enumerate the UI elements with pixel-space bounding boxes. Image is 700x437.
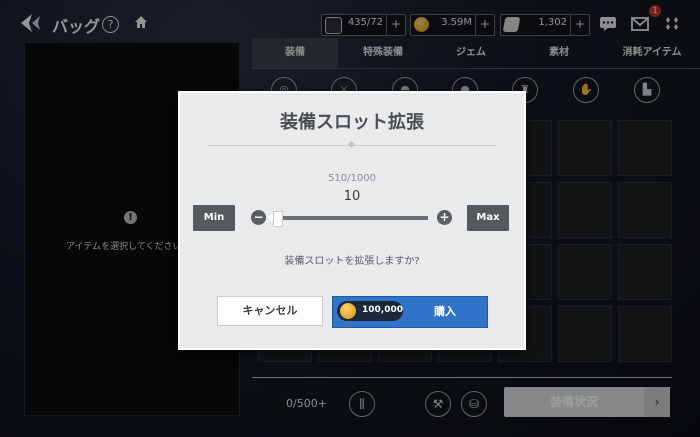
dialog-title: 装備スロット拡張	[280, 112, 424, 133]
minus-button[interactable]: −	[251, 210, 266, 225]
slider-thumb[interactable]	[272, 211, 283, 227]
buy-button[interactable]: 100,000 購入	[332, 296, 488, 328]
buy-label: 購入	[434, 305, 456, 318]
divider-ornament	[347, 140, 356, 149]
expand-quantity: 10	[343, 189, 361, 204]
cancel-button[interactable]: キャンセル	[217, 296, 323, 326]
slot-fraction: 510/1000	[328, 173, 376, 184]
quantity-slider[interactable]	[268, 216, 428, 220]
price-value: 100,000	[362, 305, 403, 315]
min-button[interactable]: Min	[193, 205, 235, 231]
confirm-question: 装備スロットを拡張しますか?	[284, 256, 420, 267]
max-button[interactable]: Max	[467, 205, 509, 231]
plus-button[interactable]: +	[437, 210, 452, 225]
gold-coin-icon	[340, 303, 356, 319]
expand-slot-dialog: 装備スロット拡張 510/1000 10 Min − + Max 装備スロットを…	[178, 91, 526, 350]
price-tag: 100,000	[337, 301, 403, 321]
